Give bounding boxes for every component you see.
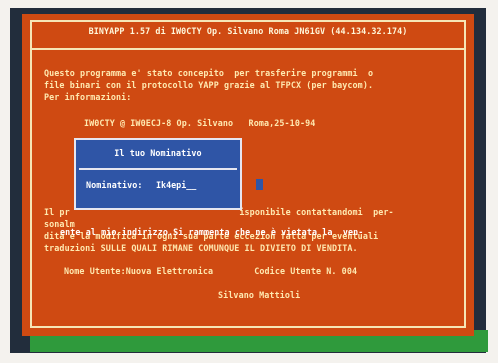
terminal-screen: BINYAPP 1.57 di IW0CTY Op. Silvano Roma …	[22, 14, 474, 336]
callsign-input[interactable]	[156, 179, 216, 191]
dialog-title: Il tuo Nominativo	[114, 148, 202, 158]
signature: Silvano Mattioli	[218, 290, 301, 300]
callsign-label: Nominativo:	[86, 180, 143, 190]
overlap-text: ente al mio indirizzo.Si rammenta che ne…	[60, 227, 364, 237]
title-frame: BINYAPP 1.57 di IW0CTY Op. Silvano Roma …	[30, 20, 466, 52]
user-line: Nome Utente:Nuova Elettronica Codice Ute…	[64, 266, 358, 276]
contact-line: IW0CTY @ IW0ECJ-8 Op. Silvano Roma,25-10…	[84, 118, 316, 128]
dialog-separator	[79, 168, 237, 170]
body-line-4: traduzioni SULLE QUALI RIMANE COMUNQUE I…	[44, 243, 358, 253]
callsign-dialog: Il tuo Nominativo Nominativo:	[74, 138, 242, 210]
app-title: BINYAPP 1.57 di IW0CTY Op. Silvano Roma …	[88, 26, 408, 36]
intro-line-1: Questo programma e' stato concepito per …	[44, 68, 374, 78]
intro-line-2: file binari con il protocollo YAPP grazi…	[44, 80, 374, 90]
text-cursor-block	[256, 179, 263, 190]
intro-line-3: Per informazioni:	[44, 92, 132, 102]
